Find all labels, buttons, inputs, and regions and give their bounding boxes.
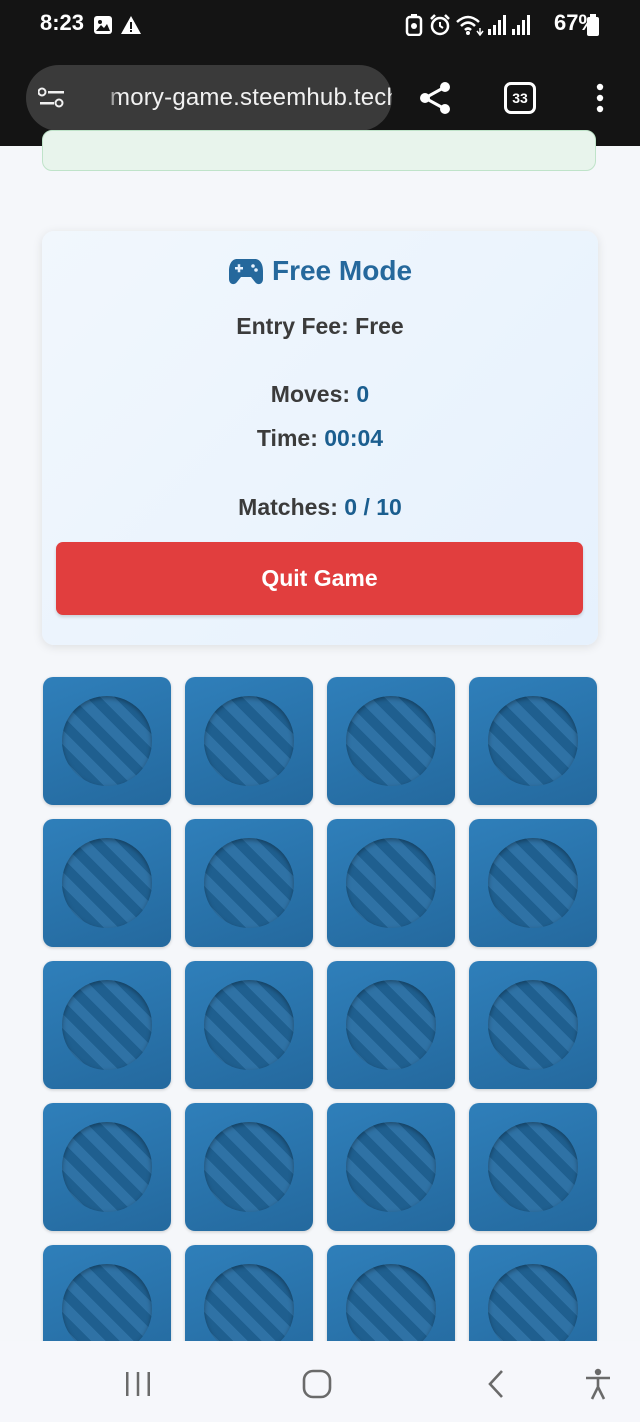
address-bar[interactable]: mory-game.steemhub.tech [26, 65, 392, 131]
accessibility-icon[interactable] [584, 1368, 612, 1400]
moves-value: 0 [356, 381, 370, 407]
card-back-pattern-icon [204, 1122, 294, 1212]
card-back-pattern-icon [346, 980, 436, 1070]
entry-fee-line: Entry Fee: Free [42, 313, 598, 340]
mode-title: Free Mode [271, 255, 413, 286]
memory-card[interactable] [185, 819, 313, 947]
game-info-card: Free Mode Entry Fee: Free Moves: 0 Time:… [42, 231, 598, 645]
quit-game-button[interactable]: Quit Game [56, 542, 583, 615]
card-back-pattern-icon [488, 1122, 578, 1212]
card-back-pattern-icon [204, 1264, 294, 1341]
battery-icon [587, 14, 599, 36]
card-back-pattern-icon [346, 1122, 436, 1212]
matches-line: Matches: 0 / 10 [42, 494, 598, 521]
mode-header: Free Mode [42, 255, 598, 291]
memory-card[interactable] [469, 961, 597, 1089]
memory-card[interactable] [185, 1103, 313, 1231]
site-settings-icon[interactable] [38, 87, 66, 109]
memory-card[interactable] [43, 1103, 171, 1231]
moves-line: Moves: 0 [42, 381, 598, 408]
memory-card[interactable] [43, 961, 171, 1089]
game-board [0, 660, 640, 1341]
image-icon [94, 16, 112, 34]
card-back-pattern-icon [346, 696, 436, 786]
warning-icon [121, 16, 141, 34]
entry-fee-value: Free [355, 313, 404, 339]
url-fade [102, 65, 120, 131]
card-back-pattern-icon [62, 1122, 152, 1212]
card-back-pattern-icon [62, 838, 152, 928]
card-back-pattern-icon [204, 838, 294, 928]
card-back-pattern-icon [204, 696, 294, 786]
system-nav-bar [0, 1341, 640, 1422]
url-text: mory-game.steemhub.tech [110, 84, 392, 111]
status-bar: 8:23 67% [0, 0, 640, 50]
memory-card[interactable] [327, 1103, 455, 1231]
memory-card[interactable] [185, 961, 313, 1089]
memory-card[interactable] [469, 1245, 597, 1341]
card-back-pattern-icon [488, 980, 578, 1070]
card-back-pattern-icon [346, 1264, 436, 1341]
memory-card[interactable] [43, 1245, 171, 1341]
card-back-pattern-icon [488, 1264, 578, 1341]
back-icon[interactable] [485, 1369, 507, 1399]
memory-card[interactable] [43, 819, 171, 947]
memory-card[interactable] [327, 961, 455, 1089]
memory-card[interactable] [43, 677, 171, 805]
tabs-button[interactable]: 33 [504, 82, 536, 114]
card-back-pattern-icon [488, 838, 578, 928]
signal-icon [488, 15, 506, 35]
card-back-pattern-icon [488, 696, 578, 786]
card-back-pattern-icon [346, 838, 436, 928]
memory-card[interactable] [469, 1103, 597, 1231]
alarm-icon [430, 14, 450, 36]
share-icon[interactable] [418, 81, 452, 115]
more-vert-icon[interactable] [594, 83, 606, 113]
memory-card[interactable] [185, 1245, 313, 1341]
memory-card[interactable] [185, 677, 313, 805]
card-back-pattern-icon [62, 1264, 152, 1341]
recents-icon[interactable] [124, 1371, 152, 1397]
memory-card[interactable] [327, 677, 455, 805]
time-value: 00:04 [324, 425, 384, 451]
time-label: Time: [256, 425, 318, 451]
moves-label: Moves: [270, 381, 351, 407]
memory-card[interactable] [327, 819, 455, 947]
card-grid [43, 677, 597, 1341]
memory-card[interactable] [327, 1245, 455, 1341]
memory-card[interactable] [469, 677, 597, 805]
notice-panel [42, 130, 596, 171]
status-time: 8:23 [40, 10, 85, 35]
home-icon[interactable] [302, 1369, 332, 1399]
wifi-icon [456, 15, 484, 36]
card-back-pattern-icon [62, 696, 152, 786]
matches-value: 0 / 10 [344, 494, 402, 520]
entry-fee-label: Entry Fee: [236, 313, 349, 339]
matches-label: Matches: [238, 494, 338, 520]
data-saver-icon [405, 14, 423, 36]
card-back-pattern-icon [204, 980, 294, 1070]
card-back-pattern-icon [62, 980, 152, 1070]
memory-card[interactable] [469, 819, 597, 947]
gamepad-icon [228, 259, 263, 285]
signal-icon [512, 15, 530, 35]
time-line: Time: 00:04 [42, 425, 598, 452]
